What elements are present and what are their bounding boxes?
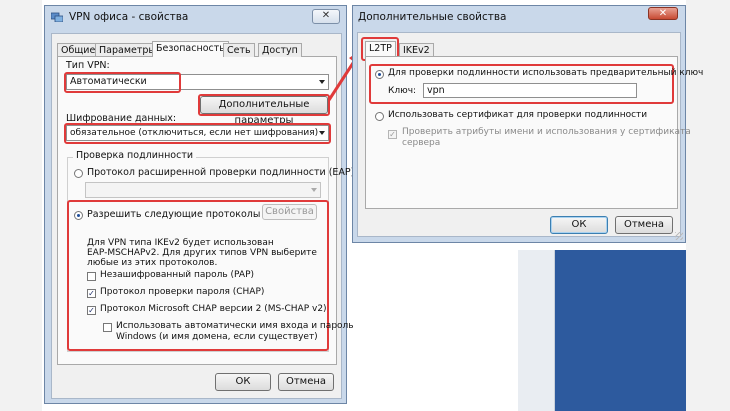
- auto-login-label-line-2: Windows (и имя домена, если существует): [116, 332, 318, 342]
- highlight-vpn-type: [64, 72, 181, 93]
- eap-method-select[interactable]: [85, 182, 321, 198]
- verify-cert-checkbox[interactable]: ✓: [388, 130, 397, 139]
- verify-cert-label-line-2: сервера: [402, 138, 441, 148]
- vpn-type-label: Тип VPN:: [66, 60, 110, 71]
- psk-radio[interactable]: [375, 70, 384, 79]
- eap-radio[interactable]: [74, 169, 83, 178]
- info-text-line-2: EAP-MSCHAPv2. Для других типов VPN выбер…: [87, 248, 317, 258]
- network-icon: [50, 12, 64, 23]
- eap-radio-label: Протокол расширенной проверки подлинност…: [87, 167, 355, 178]
- mschap-checkbox[interactable]: ✓: [87, 306, 96, 315]
- tab-network[interactable]: Сеть: [223, 43, 255, 57]
- highlight-encryption: [64, 123, 331, 144]
- tab-security[interactable]: Безопасность: [152, 41, 229, 57]
- tab-general[interactable]: Общие: [57, 43, 100, 57]
- vpn-properties-window: VPN офиса - свойства ✕ Общие Параметры Б…: [44, 5, 354, 404]
- certificate-radio-label: Использовать сертификат для проверки под…: [388, 110, 648, 120]
- pap-label: Незашифрованный пароль (PAP): [100, 270, 255, 280]
- resize-grip[interactable]: [675, 232, 683, 240]
- tab-ikev2[interactable]: IKEv2: [399, 43, 434, 57]
- ok-button[interactable]: ОК: [550, 216, 608, 234]
- chevron-down-icon: [311, 188, 317, 192]
- key-label: Ключ:: [388, 86, 417, 96]
- key-input[interactable]: vpn: [423, 83, 637, 98]
- window-title: Дополнительные свойства: [358, 11, 507, 23]
- allow-protocols-label: Разрешить следующие протоколы: [87, 209, 261, 220]
- mschap-label: Протокол Microsoft CHAP версии 2 (MS-CHA…: [100, 304, 327, 314]
- ok-button[interactable]: ОК: [215, 373, 271, 391]
- properties-button[interactable]: Свойства: [262, 204, 317, 220]
- chap-label: Протокол проверки пароля (CHAP): [100, 287, 265, 297]
- window-title: VPN офиса - свойства: [69, 11, 189, 23]
- pap-checkbox[interactable]: [87, 272, 96, 281]
- info-text-line-3: любые из этих протоколов.: [87, 258, 218, 268]
- auth-group-label: Проверка подлинности: [73, 150, 197, 161]
- tab-parameters[interactable]: Параметры: [95, 43, 160, 57]
- info-text-line-1: Для VPN типа IKEv2 будет использован: [87, 238, 274, 248]
- verify-cert-label-line-1: Проверить атрибуты имени и использования…: [402, 127, 691, 137]
- close-button[interactable]: ✕: [312, 9, 340, 24]
- auto-login-label-line-1: Использовать автоматически имя входа и п…: [116, 321, 354, 331]
- close-button[interactable]: ✕: [648, 7, 678, 20]
- chap-checkbox[interactable]: ✓: [87, 289, 96, 298]
- explorer-pane: [518, 250, 555, 411]
- certificate-radio[interactable]: [375, 112, 384, 121]
- psk-radio-label: Для проверки подлинности использовать пр…: [388, 68, 704, 78]
- allow-protocols-radio[interactable]: [74, 211, 83, 220]
- advanced-properties-window: Дополнительные свойства ✕ L2TP IKEv2 Для…: [352, 5, 703, 243]
- cancel-button[interactable]: Отмена: [278, 373, 334, 391]
- auto-login-checkbox[interactable]: [103, 323, 112, 332]
- tab-access[interactable]: Доступ: [258, 43, 302, 57]
- highlight-advanced-button: [198, 94, 330, 116]
- cancel-button[interactable]: Отмена: [615, 216, 673, 234]
- desktop-background: [518, 250, 686, 411]
